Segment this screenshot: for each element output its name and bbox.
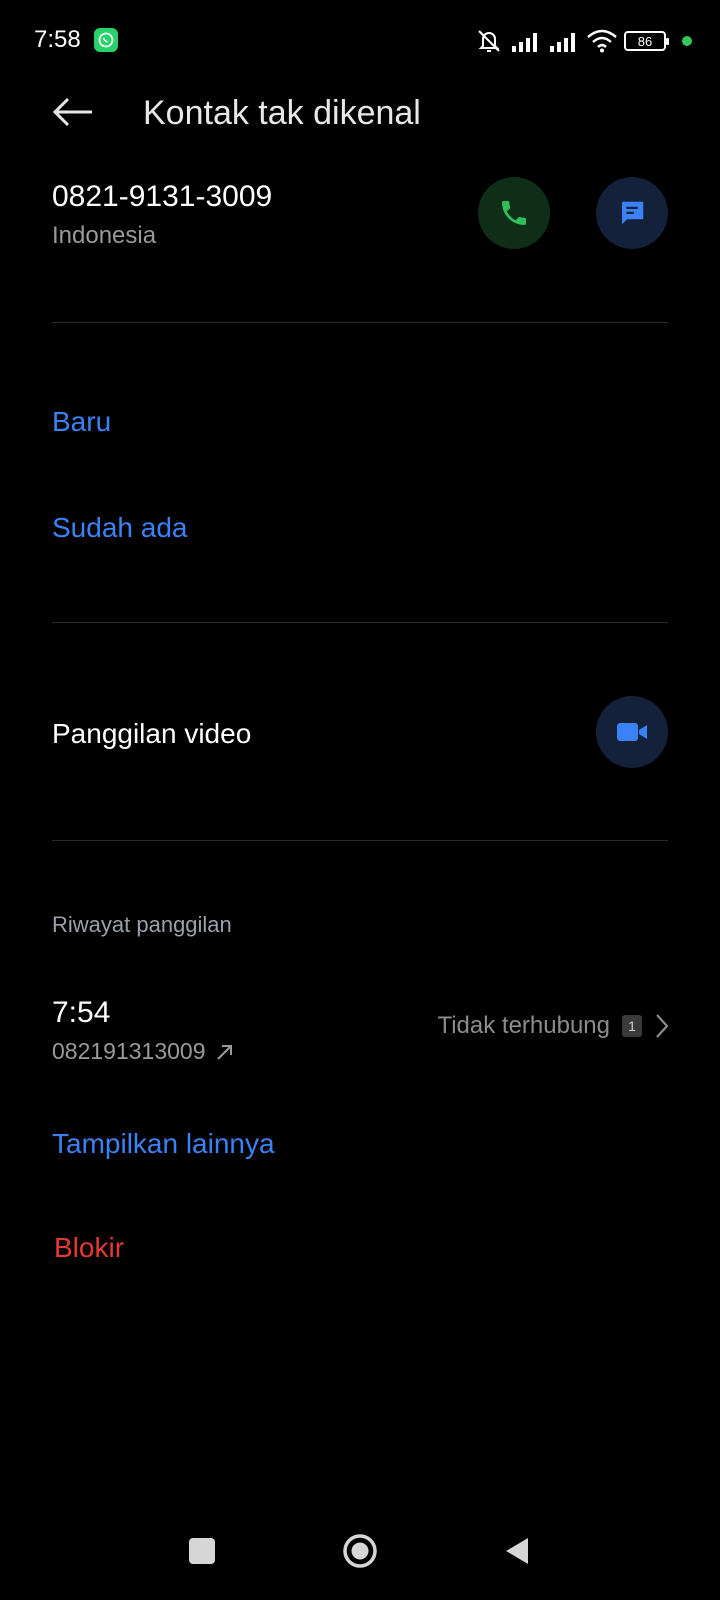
whatsapp-icon xyxy=(94,28,118,52)
home-icon[interactable] xyxy=(342,1533,378,1569)
call-history-heading: Riwayat panggilan xyxy=(52,912,232,937)
message-button[interactable] xyxy=(596,177,668,249)
system-nav-bar xyxy=(0,1520,720,1600)
battery-level: 86 xyxy=(637,33,653,49)
battery-icon: 86 xyxy=(624,31,669,51)
video-call-label: Panggilan video xyxy=(52,718,252,749)
chevron-right-icon[interactable] xyxy=(654,1012,670,1040)
call-status-text: Tidak terhubung xyxy=(437,1012,610,1039)
call-status: Tidak terhubung 1 xyxy=(437,1012,670,1040)
divider xyxy=(52,840,668,841)
add-to-existing-button[interactable]: Sudah ada xyxy=(52,512,187,544)
status-icons: 86 xyxy=(474,26,692,56)
block-button[interactable]: Blokir xyxy=(54,1232,124,1264)
new-contact-button[interactable]: Baru xyxy=(52,406,111,438)
wifi-icon xyxy=(587,29,617,53)
call-button[interactable] xyxy=(478,177,550,249)
divider xyxy=(52,622,668,623)
video-call-button[interactable] xyxy=(596,696,668,768)
signal-icon xyxy=(512,33,537,52)
contact-number: 0821-9131-3009 xyxy=(52,180,273,213)
status-time: 7:58 xyxy=(34,26,81,53)
outgoing-call-icon xyxy=(216,1044,232,1060)
video-camera-icon xyxy=(617,723,647,741)
sim-icon: 1 xyxy=(622,1015,642,1037)
divider xyxy=(52,322,668,323)
call-time: 7:54 xyxy=(52,996,111,1029)
page-title: Kontak tak dikenal xyxy=(143,94,421,132)
show-more-button[interactable]: Tampilkan lainnya xyxy=(52,1128,275,1160)
call-number: 082191313009 xyxy=(52,1038,206,1064)
signal-icon xyxy=(550,33,575,52)
call-number-row: 082191313009 xyxy=(52,1038,236,1065)
phone-icon xyxy=(502,201,526,225)
mute-icon xyxy=(478,30,500,52)
back-triangle-icon[interactable] xyxy=(502,1535,532,1567)
contact-country: Indonesia xyxy=(52,222,157,249)
recent-apps-icon[interactable] xyxy=(189,1538,215,1564)
message-icon xyxy=(622,201,644,225)
status-bar: 7:58 86 xyxy=(0,0,720,84)
privacy-indicator-dot xyxy=(682,36,692,46)
back-arrow-icon[interactable] xyxy=(52,94,96,130)
